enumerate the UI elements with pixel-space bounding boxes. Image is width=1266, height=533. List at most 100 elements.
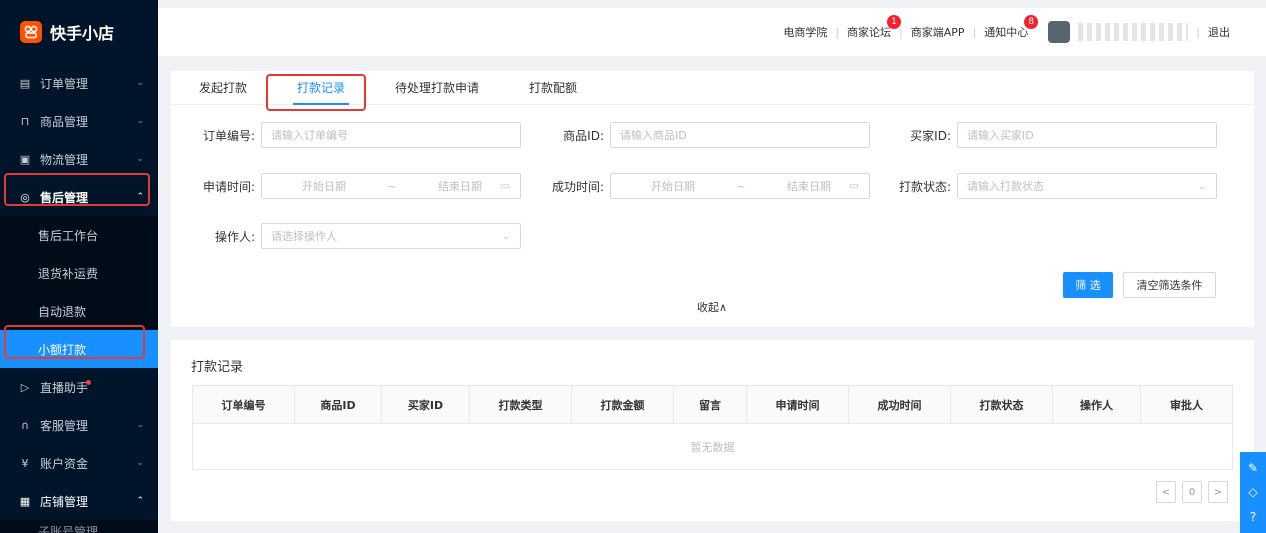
pagination: < 0 > <box>1150 481 1228 503</box>
chevron-down-icon: ⌄ <box>136 420 144 430</box>
empty-state: 暂无数据 <box>690 440 735 454</box>
sidebar-item-label: 商品管理 <box>40 114 89 129</box>
filter-row: 申请时间: 开始日期 ~ 结束日期 ▭ <box>197 173 521 199</box>
chevron-down-icon: ⌄ <box>136 116 144 126</box>
column-header: 成功时间 <box>849 386 951 423</box>
link-label: 通知中心 <box>984 26 1029 39</box>
sidebar-item-label: 售后管理 <box>40 190 89 205</box>
sidebar-item-live[interactable]: ▷ 直播助手 <box>0 368 158 406</box>
calendar-icon: ▭ <box>500 180 510 192</box>
page-number[interactable]: 0 <box>1182 481 1202 503</box>
buyer-id-label: 买家ID: <box>910 128 951 143</box>
chevron-down-icon: ⌄ <box>136 78 144 88</box>
filter-row: 商品ID: 请输入商品ID <box>546 122 870 148</box>
tab-bar: 发起打款 打款记录 待处理打款申请 打款配额 <box>171 71 1254 111</box>
tab-payment-records[interactable]: 打款记录 <box>293 71 350 105</box>
table-header: 订单编号 商品ID 买家ID 打款类型 打款金额 留言 申请时间 成功时间 打款… <box>193 386 1232 424</box>
sidebar-item-customer-service[interactable]: ∩ 客服管理 ⌄ <box>0 406 158 444</box>
link-merchant-app[interactable]: 商家端APP <box>903 24 973 40</box>
collapse-toggle[interactable]: 收起∧ <box>697 299 727 315</box>
order-icon: ▤ <box>19 76 31 90</box>
help-icon[interactable]: ? <box>1250 510 1256 524</box>
sidebar-subitem-workbench[interactable]: 售后工作台 <box>0 216 158 254</box>
sidebar-item-label: 订单管理 <box>40 76 89 91</box>
sidebar-item-orders[interactable]: ▤ 订单管理 ⌄ <box>0 64 158 102</box>
truck-icon: ▣ <box>19 152 31 166</box>
sidebar-item-label: 直播助手 <box>40 380 89 395</box>
operator-select[interactable]: 请选择操作人 ⌄ <box>261 223 521 249</box>
tab-initiate-payment[interactable]: 发起打款 <box>199 71 247 105</box>
chevron-up-icon: ⌃ <box>136 496 144 506</box>
select-placeholder: 请选择操作人 <box>271 230 337 243</box>
sidebar-item-label: 物流管理 <box>40 152 89 167</box>
product-id-input[interactable]: 请输入商品ID <box>610 122 870 148</box>
column-header: 操作人 <box>1053 386 1141 423</box>
filter-button[interactable]: 筛 选 <box>1063 272 1113 298</box>
edit-icon[interactable]: ✎ <box>1248 461 1258 475</box>
bag-icon: ⊓ <box>20 114 30 128</box>
username-blurred[interactable] <box>1078 23 1189 41</box>
records-table: 订单编号 商品ID 买家ID 打款类型 打款金额 留言 申请时间 成功时间 打款… <box>192 385 1233 470</box>
success-time-range-picker[interactable]: 开始日期 ~ 结束日期 ▭ <box>610 173 870 199</box>
chevron-down-icon: ⌄ <box>1197 180 1206 192</box>
records-panel: 打款记录 订单编号 商品ID 买家ID 打款类型 打款金额 留言 申请时间 成功… <box>171 340 1254 521</box>
apply-time-range-picker[interactable]: 开始日期 ~ 结束日期 ▭ <box>261 173 521 199</box>
start-date-placeholder: 开始日期 <box>302 180 346 193</box>
filter-row: 打款状态: 请输入打款状态 ⌄ <box>893 173 1217 199</box>
product-id-label: 商品ID: <box>563 128 604 143</box>
column-header: 打款金额 <box>572 386 674 423</box>
sidebar-item-label: 店铺管理 <box>40 494 89 509</box>
link-label: 商家论坛 <box>847 26 892 39</box>
sidebar-item-after-sales[interactable]: ◎ 售后管理 ⌃ <box>0 178 158 216</box>
sidebar-subitem-sub-account[interactable]: 子账号管理 <box>0 520 158 533</box>
clear-filters-button[interactable]: 清空筛选条件 <box>1123 272 1216 298</box>
payment-status-label: 打款状态: <box>898 179 951 194</box>
logout-link[interactable]: 退出 <box>1200 24 1238 40</box>
sidebar-subitem-return-shipping[interactable]: 退货补运费 <box>0 254 158 292</box>
logo[interactable]: 快手小店 <box>0 0 158 64</box>
column-header: 订单编号 <box>193 386 295 423</box>
order-no-input[interactable]: 请输入订单编号 <box>261 122 521 148</box>
floating-toolbar: ✎ ◇ ? <box>1240 452 1266 533</box>
prev-page-button[interactable]: < <box>1156 481 1176 503</box>
column-header: 买家ID <box>382 386 470 423</box>
range-separator: ~ <box>736 179 746 193</box>
sidebar-subitem-auto-refund[interactable]: 自动退款 <box>0 292 158 330</box>
link-notification-center[interactable]: 通知中心 8 <box>976 15 1039 40</box>
chevron-down-icon: ⌄ <box>136 458 144 468</box>
filter-panel: 发起打款 打款记录 待处理打款申请 打款配额 订单编号: 请输入订单编号 商品I… <box>171 71 1254 327</box>
range-separator: ~ <box>387 179 397 193</box>
payment-status-select[interactable]: 请输入打款状态 ⌄ <box>957 173 1217 199</box>
forum-badge: 1 <box>887 15 902 29</box>
headset-icon: ∩ <box>20 418 30 432</box>
sidebar-item-label: 客服管理 <box>40 418 89 433</box>
sidebar-item-logistics[interactable]: ▣ 物流管理 ⌄ <box>0 140 158 178</box>
chevron-down-icon: ⌄ <box>136 154 144 164</box>
records-title: 打款记录 <box>191 360 244 375</box>
notice-badge: 8 <box>1024 15 1039 29</box>
link-merchant-forum[interactable]: 商家论坛 1 <box>839 15 902 40</box>
sidebar-item-store[interactable]: ▦ 店铺管理 ⌃ <box>0 482 158 520</box>
avatar[interactable] <box>1048 21 1071 43</box>
column-header: 打款类型 <box>470 386 572 423</box>
sidebar-item-label: 账户资金 <box>40 456 89 471</box>
sidebar: 快手小店 ▤ 订单管理 ⌄ ⊓ 商品管理 ⌄ ▣ 物流管理 ⌄ ◎ 售后管理 ⌃… <box>0 0 158 533</box>
sidebar-subitem-small-payment[interactable]: 小额打款 <box>0 330 158 368</box>
link-ecommerce-academy[interactable]: 电商学院 <box>775 24 835 40</box>
column-header: 打款状态 <box>951 386 1053 423</box>
notification-dot <box>86 380 91 385</box>
column-header: 商品ID <box>295 386 382 423</box>
next-page-button[interactable]: > <box>1208 481 1228 503</box>
tab-pending-requests[interactable]: 待处理打款申请 <box>395 71 479 105</box>
sidebar-item-account-funds[interactable]: ¥ 账户资金 ⌄ <box>0 444 158 482</box>
buyer-id-input[interactable]: 请输入买家ID <box>957 122 1217 148</box>
tab-payment-quota[interactable]: 打款配额 <box>529 71 577 105</box>
apply-time-label: 申请时间: <box>202 179 255 194</box>
learn-icon[interactable]: ◇ <box>1248 485 1257 499</box>
order-no-label: 订单编号: <box>202 128 255 143</box>
chevron-down-icon: ⌄ <box>501 230 510 242</box>
money-icon: ¥ <box>21 456 29 470</box>
end-date-placeholder: 结束日期 <box>787 180 831 193</box>
sidebar-item-products[interactable]: ⊓ 商品管理 ⌄ <box>0 102 158 140</box>
filter-row: 买家ID: 请输入买家ID <box>893 122 1217 148</box>
